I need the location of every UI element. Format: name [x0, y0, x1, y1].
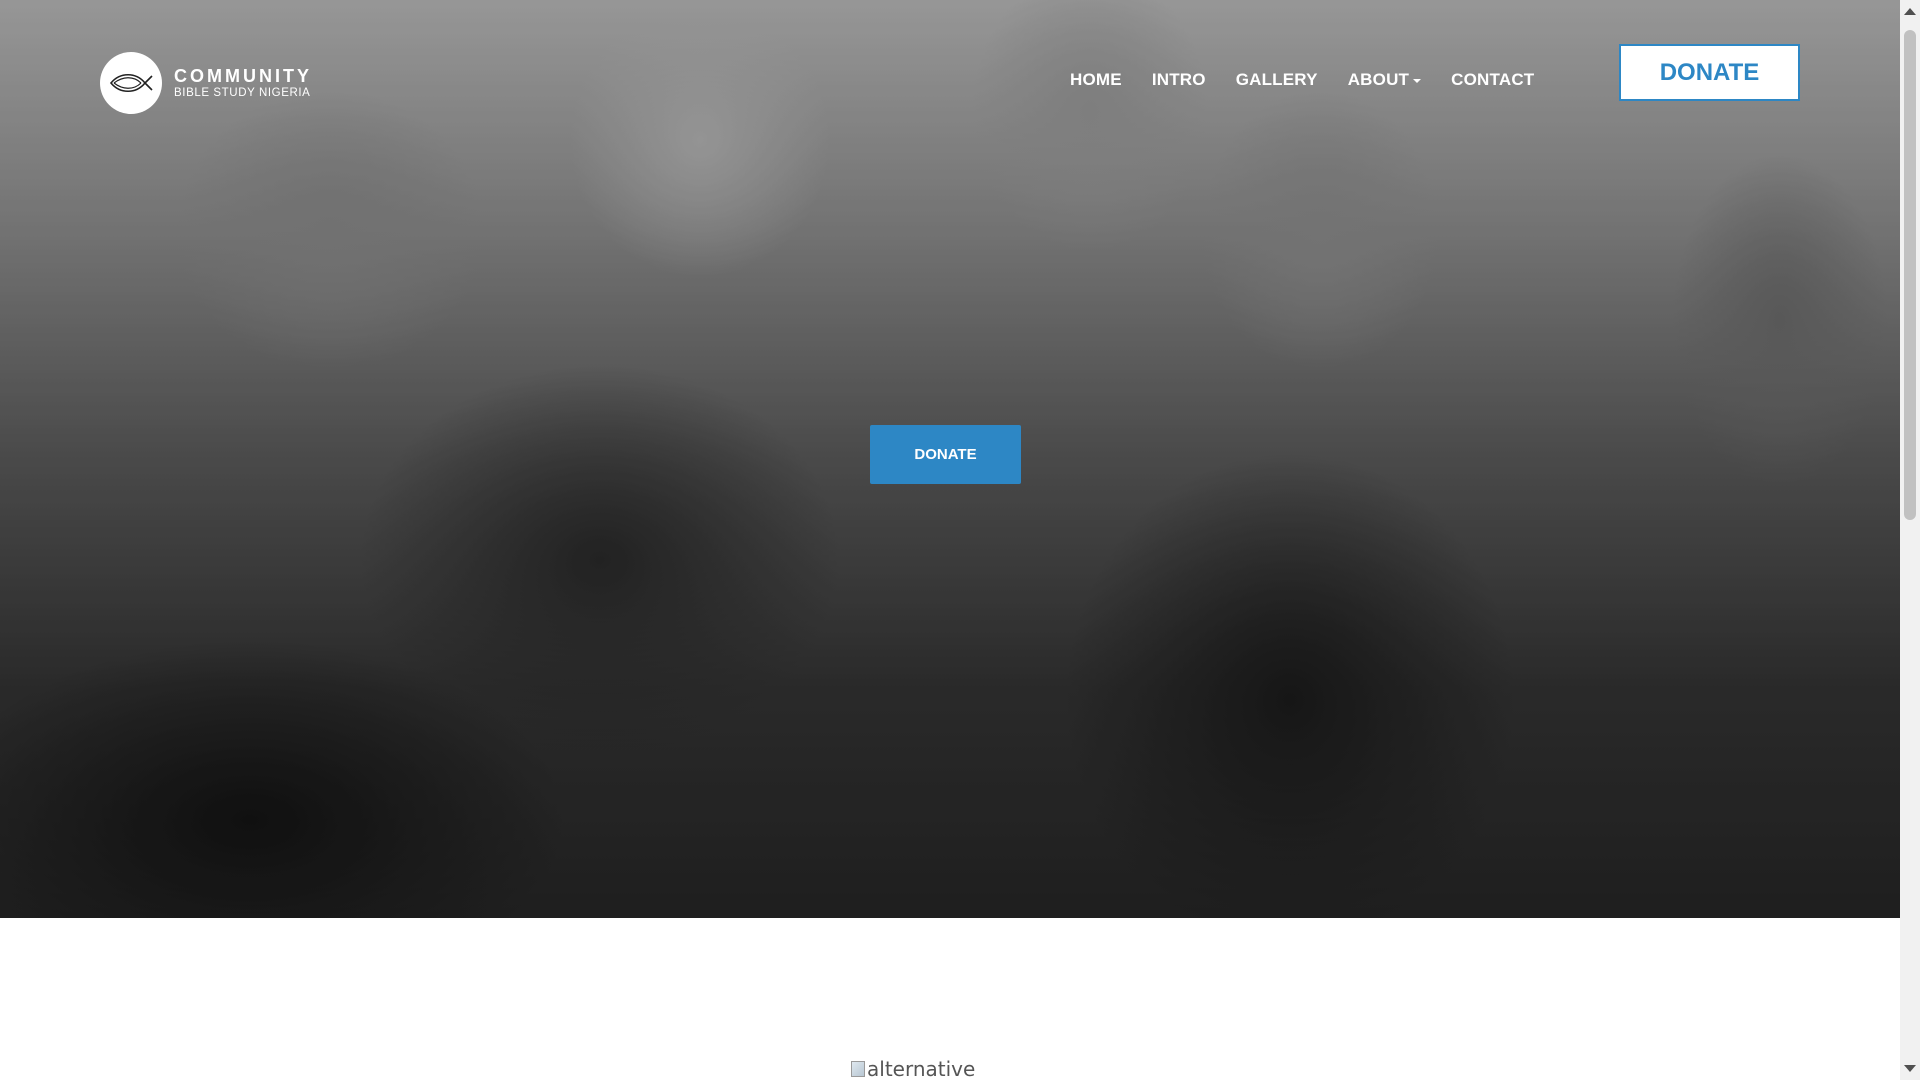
logo-title: COMMUNITY	[174, 65, 312, 86]
main-nav: HOME INTRO GALLERY ABOUT CONTACT	[1070, 68, 1564, 92]
hero-section: COMMUNITY BIBLE STUDY NIGERIA HOME INTRO…	[0, 0, 1900, 918]
fish-icon	[109, 73, 153, 93]
logo-text: COMMUNITY BIBLE STUDY NIGERIA	[174, 67, 312, 100]
logo-emblem	[100, 52, 162, 114]
header-donate-button[interactable]: DONATE	[1619, 44, 1800, 101]
scrollbar-thumb[interactable]	[1904, 30, 1916, 520]
broken-image: alternative	[851, 1057, 976, 1081]
nav-intro[interactable]: INTRO	[1152, 70, 1206, 90]
scroll-down-icon[interactable]	[1904, 1065, 1916, 1072]
image-alt-text: alternative	[867, 1057, 976, 1081]
chevron-down-icon	[1413, 79, 1422, 83]
scroll-up-icon[interactable]	[1904, 8, 1916, 15]
site-logo[interactable]: COMMUNITY BIBLE STUDY NIGERIA	[100, 52, 330, 114]
nav-about-label: ABOUT	[1347, 70, 1410, 89]
logo-subtitle: BIBLE STUDY NIGERIA	[174, 86, 311, 99]
nav-contact[interactable]: CONTACT	[1451, 70, 1534, 90]
hero-donate-button[interactable]: DONATE	[870, 425, 1021, 484]
broken-image-icon	[851, 1061, 865, 1077]
nav-gallery[interactable]: GALLERY	[1236, 70, 1318, 90]
page-scrollbar[interactable]	[1900, 0, 1920, 1080]
nav-home[interactable]: HOME	[1070, 70, 1122, 90]
nav-about[interactable]: ABOUT	[1347, 70, 1422, 90]
